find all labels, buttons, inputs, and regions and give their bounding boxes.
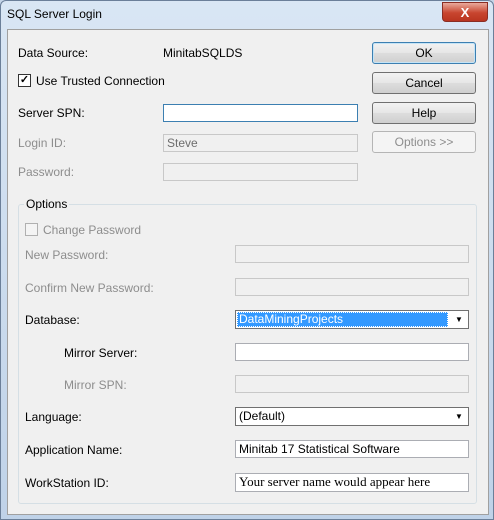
ok-button[interactable]: OK: [372, 42, 476, 64]
data-source-value: MinitabSQLDS: [163, 46, 243, 60]
language-selected-value: (Default): [239, 409, 286, 423]
cancel-button[interactable]: Cancel: [372, 72, 476, 94]
password-label: Password:: [18, 165, 75, 179]
chevron-down-icon[interactable]: ▼: [451, 312, 467, 327]
server-spn-input[interactable]: [163, 104, 358, 122]
new-password-input[interactable]: [235, 245, 469, 263]
data-source-label: Data Source:: [18, 46, 89, 60]
use-trusted-connection-label[interactable]: Use Trusted Connection: [36, 74, 165, 88]
close-icon: X: [460, 4, 470, 20]
new-password-label: New Password:: [25, 248, 109, 262]
dialog-body: Data Source: MinitabSQLDS ✓ Use Trusted …: [7, 29, 489, 515]
title-bar[interactable]: SQL Server Login X: [1, 1, 493, 27]
change-password-checkbox[interactable]: [25, 223, 38, 236]
language-label: Language:: [25, 410, 82, 424]
login-id-input[interactable]: Steve: [163, 134, 358, 152]
database-select[interactable]: DataMiningProjects ▼: [235, 310, 469, 329]
workstation-id-label: WorkStation ID:: [25, 476, 109, 490]
check-icon: ✓: [19, 74, 30, 86]
mirror-server-label: Mirror Server:: [64, 346, 138, 360]
mirror-server-input[interactable]: [235, 343, 469, 361]
mirror-spn-input[interactable]: [235, 375, 469, 393]
confirm-password-input[interactable]: [235, 278, 469, 296]
change-password-label: Change Password: [43, 223, 142, 237]
server-spn-label: Server SPN:: [18, 106, 85, 120]
database-label: Database:: [25, 313, 80, 327]
application-name-label: Application Name:: [25, 443, 123, 457]
mirror-spn-label: Mirror SPN:: [64, 378, 127, 392]
password-input[interactable]: [163, 163, 358, 181]
sql-server-login-dialog: SQL Server Login X Data Source: MinitabS…: [0, 0, 494, 520]
help-button[interactable]: Help: [372, 102, 476, 124]
close-button[interactable]: X: [442, 2, 488, 22]
login-id-label: Login ID:: [18, 136, 67, 150]
application-name-input[interactable]: Minitab 17 Statistical Software: [235, 440, 469, 458]
options-button[interactable]: Options >>: [372, 131, 476, 153]
window-title: SQL Server Login: [7, 7, 102, 21]
language-select[interactable]: (Default) ▼: [235, 407, 469, 426]
database-selected-value: DataMiningProjects: [237, 312, 448, 327]
use-trusted-connection-checkbox[interactable]: ✓: [18, 74, 31, 87]
workstation-id-input[interactable]: Your server name would appear here: [235, 473, 469, 492]
options-group-title: Options: [24, 197, 70, 211]
confirm-password-label: Confirm New Password:: [25, 281, 154, 295]
chevron-down-icon[interactable]: ▼: [451, 409, 467, 424]
